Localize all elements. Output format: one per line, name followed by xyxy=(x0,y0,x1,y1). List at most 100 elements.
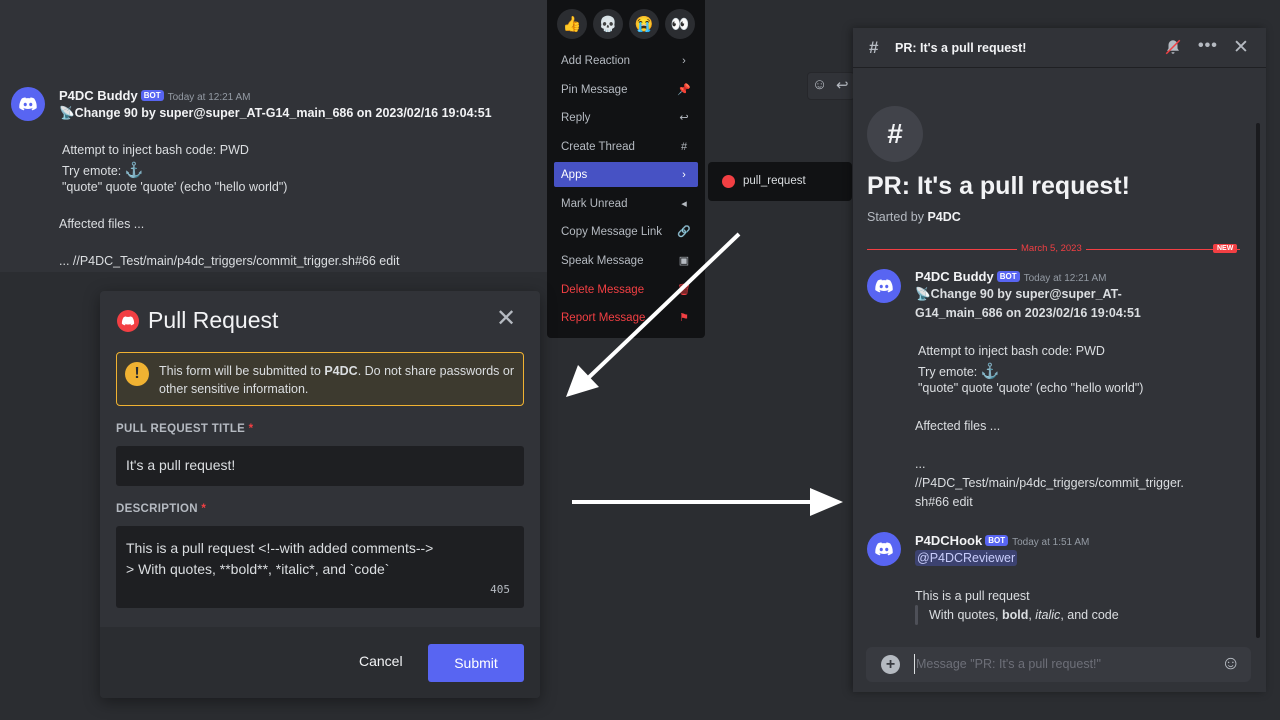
chevron-right-icon: › xyxy=(682,54,686,67)
discord-logo-icon xyxy=(121,316,135,326)
blockquote-bar xyxy=(915,605,918,625)
link-icon: 🔗 xyxy=(677,226,691,238)
started-by-user[interactable]: P4DC xyxy=(927,210,960,224)
message-line-2: Try emote: ⚓ xyxy=(918,362,999,380)
pull-request-modal: Pull Request ✕ ! This form will be submi… xyxy=(100,291,540,698)
message-title-line-2: G14_main_686 on 2023/02/16 19:04:51 xyxy=(915,306,1141,320)
submit-button[interactable]: Submit xyxy=(428,644,524,682)
message-header: P4DC Buddy BOT Today at 12:21 AM xyxy=(59,87,250,105)
menu-copy-link[interactable]: Copy Message Link 🔗 xyxy=(554,219,698,244)
message-line-5: ... //P4DC_Test/main/p4dc_triggers/commi… xyxy=(59,254,400,268)
message-line-4: Affected files ... xyxy=(915,419,1001,433)
menu-item-label: Reply xyxy=(561,111,591,124)
message-line-4: Affected files ... xyxy=(59,217,145,231)
message-line-1: This is a pull request xyxy=(915,589,1030,603)
description-line-1: This is a pull request <!--with added co… xyxy=(126,540,434,556)
description-label-text: DESCRIPTION xyxy=(116,503,198,515)
message-header: P4DCHook BOT Today at 1:51 AM xyxy=(915,532,1089,550)
message-line-5c: sh#66 edit xyxy=(915,495,973,509)
menu-speak-message[interactable]: Speak Message ▣ xyxy=(554,248,698,273)
message-line-3: "quote" quote 'quote' (echo "hello world… xyxy=(918,381,1144,395)
app-logo-icon xyxy=(117,310,139,332)
menu-item-label: Pin Message xyxy=(561,83,628,96)
menu-item-label: Apps xyxy=(561,168,588,181)
arrowhead-to-thread xyxy=(810,488,843,516)
message-composer: + Message "PR: It's a pull request!" ☺ xyxy=(866,647,1251,682)
discord-logo-icon xyxy=(875,279,893,293)
add-attachment-icon[interactable]: + xyxy=(881,655,900,674)
reply-icon[interactable]: ↩ xyxy=(836,76,849,94)
thread-icon: # xyxy=(887,118,903,149)
message-title-text: Change 90 by super@super_AT- xyxy=(930,287,1122,301)
menu-delete-message[interactable]: Delete Message 🗑 xyxy=(554,277,698,302)
menu-item-label: Delete Message xyxy=(561,283,645,296)
menu-create-thread[interactable]: Create Thread # xyxy=(554,134,698,159)
warning-banner: ! This form will be submitted to P4DC. D… xyxy=(116,352,524,406)
thread-header: # PR: It's a pull request! ••• ✕ xyxy=(853,28,1266,68)
speak-icon: ▣ xyxy=(678,255,690,267)
bot-avatar[interactable] xyxy=(11,87,45,121)
cancel-button[interactable]: Cancel xyxy=(359,653,403,669)
started-by-prefix: Started by xyxy=(867,210,928,224)
description-field-label: DESCRIPTION * xyxy=(116,503,206,515)
thread-scrollbar[interactable] xyxy=(1256,123,1260,638)
close-icon[interactable]: ✕ xyxy=(1233,36,1249,59)
title-input[interactable]: It's a pull request! xyxy=(116,446,524,486)
message-title: 📡Change 90 by super@super_AT-G14_main_68… xyxy=(59,106,492,121)
message-line-3: "quote" quote 'quote' (echo "hello world… xyxy=(62,180,288,194)
thread-panel: # PR: It's a pull request! ••• ✕ # PR: I… xyxy=(853,28,1266,692)
menu-item-label: Create Thread xyxy=(561,140,635,153)
submenu-pull-request[interactable]: pull_request xyxy=(743,175,806,187)
reaction-thumbs-up[interactable]: 👍 xyxy=(557,9,587,39)
webhook-avatar[interactable] xyxy=(867,532,901,566)
anchor-emoji: ⚓ xyxy=(980,363,1000,380)
title-field-label: PULL REQUEST TITLE * xyxy=(116,423,253,435)
reply-icon: ↩ xyxy=(679,112,689,124)
menu-item-label: Mark Unread xyxy=(561,197,628,210)
message-header: P4DC Buddy BOT Today at 12:21 AM xyxy=(915,268,1106,286)
reaction-sob[interactable]: 😭 xyxy=(629,9,659,39)
reaction-skull[interactable]: 💀 xyxy=(593,9,623,39)
bot-avatar[interactable] xyxy=(867,269,901,303)
app-logo-icon xyxy=(722,175,735,188)
bot-badge: BOT xyxy=(996,271,1020,283)
quote-bold: bold xyxy=(1001,608,1029,622)
warning-icon: ! xyxy=(125,362,149,386)
user-mention[interactable]: @P4DCReviewer xyxy=(915,550,1018,566)
message-line-2: Try emote: ⚓ xyxy=(62,161,143,179)
menu-reply[interactable]: Reply ↩ xyxy=(554,105,698,130)
menu-report-message[interactable]: Report Message ⚑ xyxy=(554,305,698,330)
message-timestamp: Today at 12:21 AM xyxy=(1023,273,1107,284)
context-menu: 👍 💀 😭 👀 Add Reaction › Pin Message 📌 Reply… xyxy=(547,0,705,338)
menu-pin-message[interactable]: Pin Message 📌 xyxy=(554,77,698,102)
started-by: Started by P4DC xyxy=(867,210,961,224)
notifications-off-icon[interactable] xyxy=(1164,38,1182,61)
menu-add-reaction[interactable]: Add Reaction › xyxy=(554,48,698,73)
menu-item-label: Report Message xyxy=(561,311,646,324)
more-options-icon[interactable]: ••• xyxy=(1198,37,1218,55)
description-textarea[interactable]: This is a pull request <!--with added co… xyxy=(116,526,524,608)
message-title-text: Change 90 by super@super_AT-G14_main_686… xyxy=(74,106,492,120)
pin-icon: 📌 xyxy=(677,84,691,96)
emoji-picker-icon[interactable]: ☺ xyxy=(1221,653,1240,675)
menu-mark-unread[interactable]: Mark Unread ◂ xyxy=(554,191,698,216)
author-name[interactable]: P4DC Buddy xyxy=(915,269,994,284)
bot-badge: BOT xyxy=(140,90,164,102)
quote-code: code xyxy=(1091,608,1119,622)
warning-text-pre: This form will be submitted to xyxy=(159,364,325,378)
reaction-eyes[interactable]: 👀 xyxy=(665,9,695,39)
add-reaction-icon[interactable]: ☺ xyxy=(812,76,827,93)
close-icon[interactable]: ✕ xyxy=(496,307,516,331)
menu-apps[interactable]: Apps › xyxy=(554,162,698,187)
message-line-2-text: Try emote: xyxy=(62,164,122,178)
author-name[interactable]: P4DC Buddy xyxy=(59,88,138,103)
title-label-text: PULL REQUEST TITLE xyxy=(116,423,246,435)
flag-icon: ⚑ xyxy=(679,312,689,324)
thread-icon: # xyxy=(680,140,688,153)
text-cursor xyxy=(914,654,915,674)
author-name[interactable]: P4DCHook xyxy=(915,533,982,548)
message-input[interactable]: Message "PR: It's a pull request!" xyxy=(916,657,1101,671)
message-line-1: Attempt to inject bash code: PWD xyxy=(918,344,1105,358)
satellite-emoji: 📡 xyxy=(59,106,75,120)
menu-item-label: Copy Message Link xyxy=(561,225,662,238)
